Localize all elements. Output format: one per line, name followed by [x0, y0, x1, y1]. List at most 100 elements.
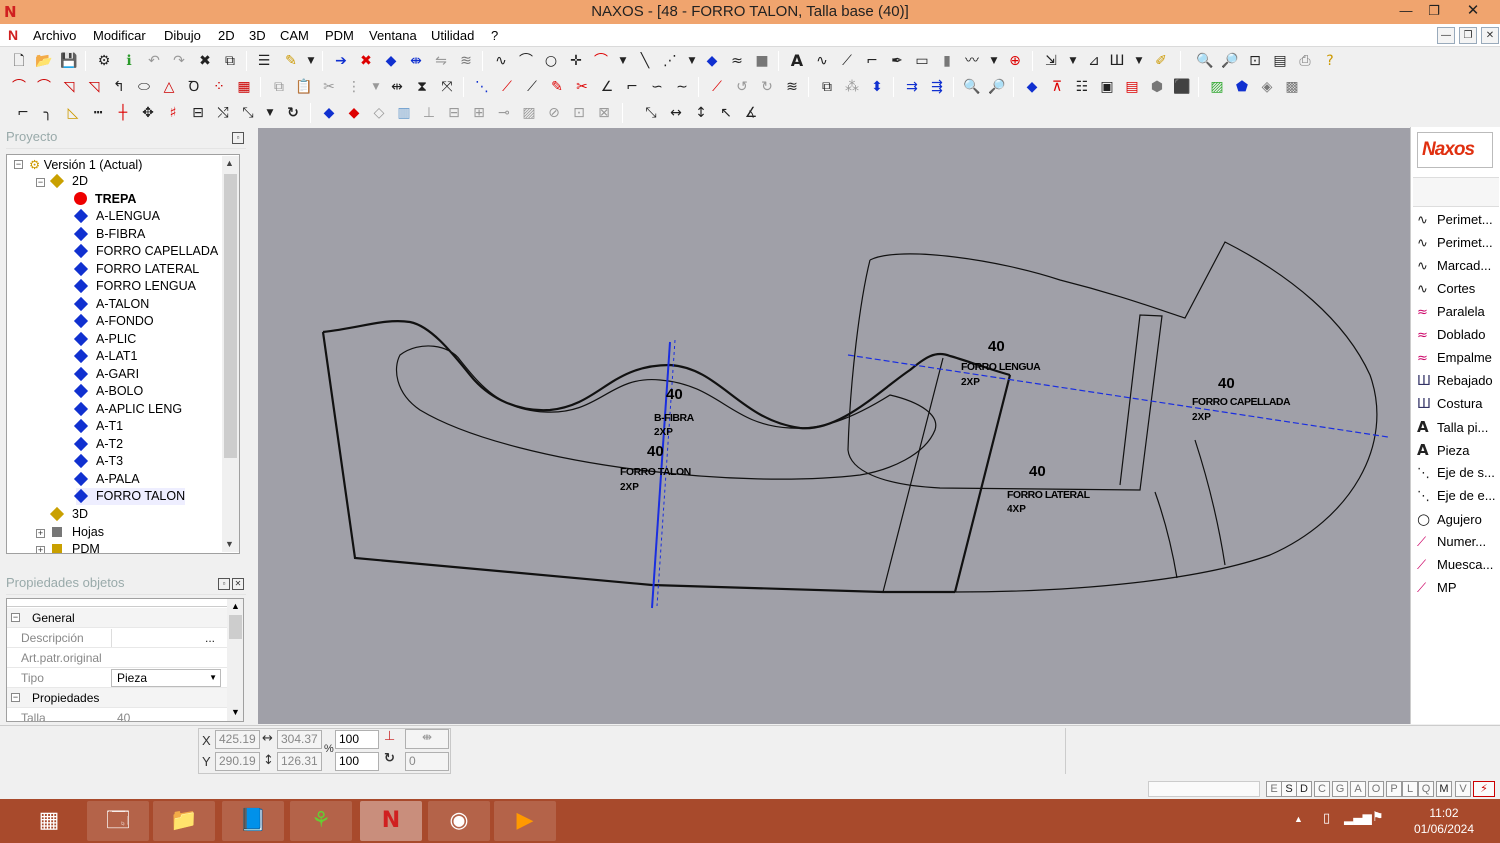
tool-empalme[interactable]: ≈ Empalme — [1417, 348, 1492, 368]
status-toggle-m[interactable]: M — [1436, 781, 1452, 797]
insert-node-icon[interactable]: ⊸ — [495, 104, 513, 122]
corner-red-icon[interactable]: ◹ — [60, 78, 78, 96]
prop-descripcion[interactable]: Descripción ... — [7, 628, 227, 648]
tree-item[interactable]: A-LAT1 — [73, 348, 137, 365]
slash-tool-icon[interactable]: ⟋ — [838, 52, 856, 70]
status-alert-icon[interactable]: ⚡ — [1473, 781, 1495, 797]
zoom-out-icon[interactable]: 🔎 — [988, 78, 1006, 96]
media-player-taskbar-icon[interactable]: ▶ — [494, 801, 556, 841]
chevron-down-icon[interactable]: ▼ — [985, 52, 1003, 70]
comb-tool-icon[interactable]: Ш — [1108, 52, 1126, 70]
curve-cross-icon[interactable]: ⤭ — [214, 104, 232, 122]
triangle-tool-icon[interactable]: △ — [160, 78, 178, 96]
tree-node-3d[interactable]: 3D — [49, 506, 88, 523]
pin-icon[interactable]: ⊥ — [420, 104, 438, 122]
move-apply-button[interactable]: ⇼ — [405, 729, 449, 749]
scroll-up-icon[interactable]: ▲ — [225, 158, 234, 168]
scroll-down-icon[interactable]: ▼ — [225, 539, 234, 549]
corner-round-icon[interactable]: ╮ — [39, 104, 57, 122]
print-icon[interactable]: ⎙ — [1296, 52, 1314, 70]
tool-muesca[interactable]: ⟋ Muesca... — [1417, 555, 1493, 575]
pencil-red-icon[interactable]: ✎ — [548, 78, 566, 96]
tool-eje-e[interactable]: ⋱ Eje de e... — [1417, 486, 1496, 506]
status-toggle-g[interactable]: G — [1332, 781, 1348, 797]
menu-2d[interactable]: 2D — [218, 28, 235, 43]
double-notch-icon[interactable]: ♯ — [164, 104, 182, 122]
menu-pdm[interactable]: PDM — [325, 28, 354, 43]
mirror-icon[interactable]: ⇋ — [432, 52, 450, 70]
duplicate-icon[interactable]: ⧉ — [818, 78, 836, 96]
group-general[interactable]: − General — [7, 608, 227, 628]
ruler-tool-icon[interactable]: ⊿ — [1085, 52, 1103, 70]
punch-tool-icon[interactable]: ▮ — [938, 52, 956, 70]
arrows-tool-icon[interactable]: ⤡ — [239, 104, 257, 122]
props-scrollbar[interactable]: ▲ ▼ — [227, 599, 243, 721]
tool-paralela[interactable]: ≈ Paralela — [1417, 302, 1485, 322]
wave-tool-icon[interactable]: 〰 — [963, 52, 981, 70]
x-coordinate-field[interactable]: 425.19 — [215, 730, 260, 749]
corner-red-icon[interactable]: ◹ — [85, 78, 103, 96]
chevron-down-icon[interactable]: ▼ — [683, 52, 701, 70]
status-toggle-v[interactable]: V — [1455, 781, 1471, 797]
target-icon[interactable]: ⊕ — [1006, 52, 1024, 70]
tree-item[interactable]: A-PLIC — [73, 331, 136, 348]
tree-item[interactable]: A-APLIC LENG — [73, 401, 182, 418]
piece-merge-icon[interactable]: ⇶ — [928, 78, 946, 96]
scroll-thumb[interactable] — [224, 174, 237, 458]
system-clock[interactable]: 11:02 01/06/2024 — [1414, 805, 1474, 837]
nodes-icon[interactable]: ⋮ — [345, 78, 363, 96]
tool-agujero[interactable]: ○ Agujero — [1417, 509, 1482, 529]
spiral-tool-icon[interactable]: Ꝺ — [185, 78, 203, 96]
shape-icon[interactable]: ⬛ — [1173, 78, 1191, 96]
split-h-icon[interactable]: ⊟ — [445, 104, 463, 122]
step-tool-icon[interactable]: ⌐ — [623, 78, 641, 96]
slant-icon[interactable]: ⊘ — [545, 104, 563, 122]
arc-red-icon[interactable]: ⌒ — [592, 52, 610, 70]
corner-tool-icon[interactable]: ⌐ — [14, 104, 32, 122]
status-toggle-d[interactable]: D — [1296, 781, 1312, 797]
tool-numeracion[interactable]: ⟋ Numer... — [1417, 532, 1486, 552]
square-tool-icon[interactable]: ■ — [753, 52, 771, 70]
battery-icon[interactable]: ▯ — [1323, 811, 1330, 826]
grid-tool-icon[interactable]: ▦ — [235, 78, 253, 96]
tray-arrow-icon[interactable]: ▲ — [1294, 814, 1303, 824]
tree-item[interactable]: A-GARI — [73, 366, 139, 383]
status-toggle-s[interactable]: S — [1281, 781, 1297, 797]
diamond-arrow-icon[interactable]: ◆ — [1023, 78, 1041, 96]
dimension-horizontal-icon[interactable]: ↔ — [667, 104, 685, 122]
frame-icon[interactable]: ⊡ — [570, 104, 588, 122]
dashed-line-icon[interactable]: ┅ — [89, 104, 107, 122]
move-piece-icon[interactable]: ⇼ — [407, 52, 425, 70]
chevron-down-icon[interactable]: ▼ — [367, 78, 385, 96]
cut-line-icon[interactable]: ✂ — [573, 78, 591, 96]
naxos-taskbar-icon[interactable]: N — [360, 801, 422, 841]
select-arrow-icon[interactable]: ➔ — [332, 52, 350, 70]
tree-item[interactable]: A-T1 — [73, 418, 123, 435]
prop-tipo[interactable]: Tipo Pieza ▼ — [7, 668, 227, 688]
text-tool-icon[interactable]: A — [788, 52, 806, 70]
cylinder-icon[interactable]: ▥ — [395, 104, 413, 122]
layers-icon[interactable]: ☰ — [255, 52, 273, 70]
copy-icon[interactable]: ⧉ — [270, 78, 288, 96]
curve-pink-icon[interactable]: ∿ — [813, 52, 831, 70]
tool-doblado[interactable]: ≈ Doblado — [1417, 325, 1485, 345]
settings-gear-icon[interactable]: ⚙ — [95, 52, 113, 70]
chevron-down-icon[interactable]: ▼ — [1064, 52, 1082, 70]
zoom-window-icon[interactable]: ⊡ — [1246, 52, 1264, 70]
tree-item-selected[interactable]: FORRO TALON — [73, 488, 186, 505]
mdi-minimize-button[interactable]: — — [1437, 27, 1455, 44]
chrome-taskbar-icon[interactable]: ◉ — [428, 801, 490, 841]
shield-icon[interactable]: ⬟ — [1233, 78, 1251, 96]
layers-3d-icon[interactable]: ◈ — [1258, 78, 1276, 96]
close-panel-icon[interactable]: ✕ — [232, 578, 244, 590]
zoom-out-icon[interactable]: 🔎 — [1221, 52, 1239, 70]
scissors-icon[interactable]: ✂ — [320, 78, 338, 96]
status-toggle-q[interactable]: Q — [1418, 781, 1434, 797]
prop-art-patr[interactable]: Art.patr.original — [7, 648, 227, 668]
notch-red-icon[interactable]: ┼ — [114, 104, 132, 122]
drawing-canvas[interactable]: 40 B-FIBRA 2XP 40 FORRO TALON 2XP 40 FOR… — [258, 128, 1410, 724]
rotate-piece-icon[interactable]: ⤧ — [438, 78, 456, 96]
tool-mp[interactable]: ⟋ MP — [1417, 578, 1457, 598]
width-field[interactable]: 304.37 — [277, 730, 322, 749]
status-toggle-a[interactable]: A — [1350, 781, 1366, 797]
